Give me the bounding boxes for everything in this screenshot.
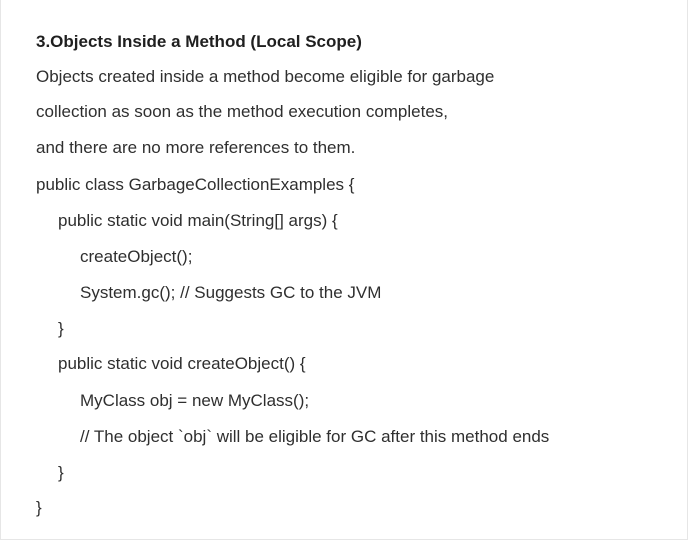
code-line-class-declaration: public class GarbageCollectionExamples {	[36, 175, 355, 194]
content-panel: 3.Objects Inside a Method (Local Scope) …	[0, 0, 688, 540]
code-line-create-object-signature: public static void createObject() {	[58, 354, 306, 373]
code-line-comment: // The object `obj` will be eligible for…	[80, 427, 550, 446]
code-line-object-instantiation: MyClass obj = new MyClass();	[80, 391, 310, 410]
section-heading: 3.Objects Inside a Method (Local Scope)	[36, 32, 362, 51]
code-line-class-close: }	[36, 498, 42, 517]
code-line-create-object-call: createObject();	[80, 247, 193, 266]
paragraph-line-3: and there are no more references to them…	[36, 138, 356, 157]
code-line-system-gc: System.gc(); // Suggests GC to the JVM	[80, 283, 382, 302]
paragraph-line-1: Objects created inside a method become e…	[36, 67, 495, 86]
code-line-main-close: }	[58, 319, 64, 338]
code-line-method-close: }	[58, 463, 64, 482]
code-line-main-signature: public static void main(String[] args) {	[58, 211, 338, 230]
paragraph-line-2: collection as soon as the method executi…	[36, 102, 449, 121]
